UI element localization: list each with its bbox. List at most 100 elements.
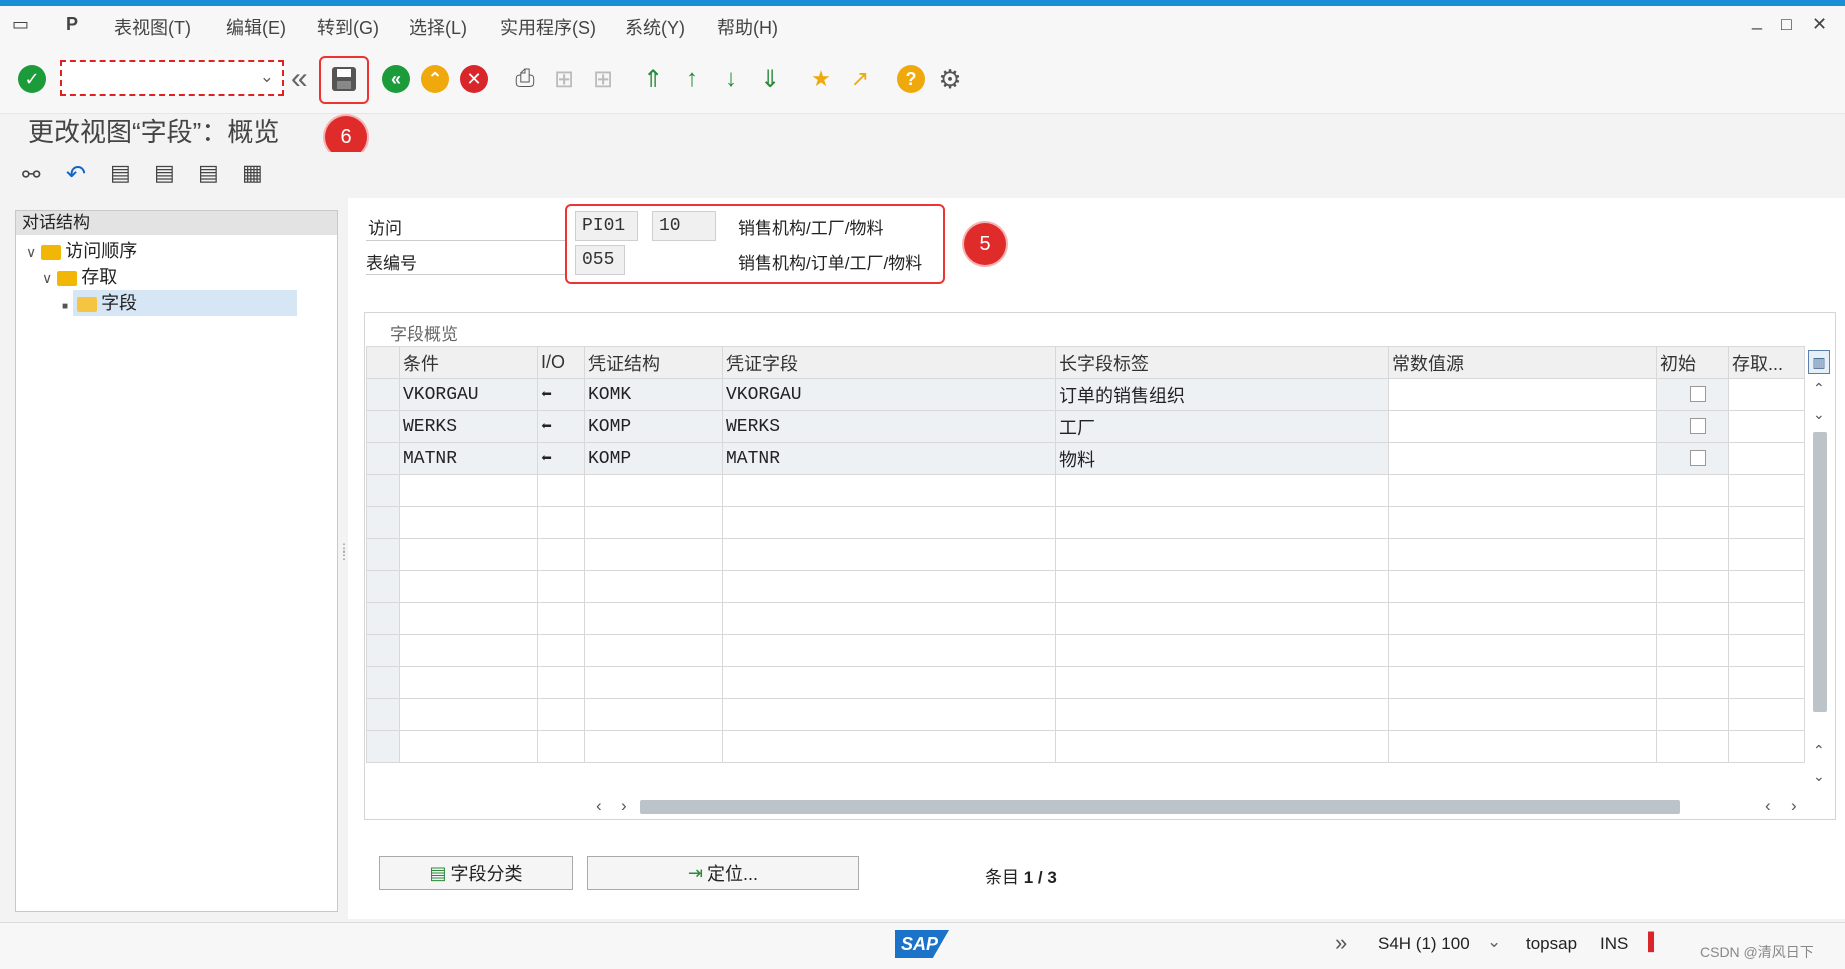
print-view-icon[interactable]: ▦ [242, 160, 263, 186]
display-change-icon[interactable]: ⚯ [22, 162, 40, 188]
vertical-scrollbar[interactable] [1813, 432, 1827, 712]
table-header-row: 条件 I/O 凭证结构 凭证字段 长字段标签 常数值源 初始 存取... [366, 346, 1805, 379]
tree-node-access[interactable]: ∨ 存取 [16, 264, 337, 290]
cell-struct: KOMP [584, 410, 723, 443]
chevron-down-icon[interactable]: ⌄ [260, 67, 274, 87]
cancel-icon[interactable]: ✕ [459, 64, 489, 94]
chevron-down-icon[interactable]: ⌄ [1487, 932, 1501, 952]
pin-icon[interactable]: P [66, 14, 78, 35]
maximize-icon[interactable]: □ [1781, 14, 1792, 35]
column-header[interactable]: 凭证字段 [722, 346, 1056, 379]
initial-checkbox[interactable] [1690, 385, 1706, 402]
cell-access[interactable] [1728, 442, 1805, 475]
menu-item-system[interactable]: 系统(Y) [625, 14, 685, 40]
tree-node-fields[interactable]: ■ 字段 [16, 290, 337, 316]
field-catalog-button[interactable]: ▤ 字段分类 [379, 856, 573, 890]
entry-counter: 条目 1 / 3 [985, 863, 1057, 888]
row-selector[interactable] [366, 378, 400, 411]
column-header[interactable]: I/O [537, 346, 585, 379]
close-window-icon[interactable]: ✕ [1812, 14, 1827, 35]
back-icon[interactable]: « [381, 64, 411, 94]
horizontal-scrollbar[interactable] [640, 800, 1680, 814]
menu-item-table-view[interactable]: 表视图(T) [114, 14, 191, 40]
initial-checkbox[interactable] [1690, 449, 1706, 466]
column-header[interactable]: 存取... [1728, 346, 1805, 379]
create-session-icon[interactable]: ★ [806, 64, 836, 94]
row-selector-header[interactable] [366, 346, 400, 379]
column-header[interactable]: 初始 [1656, 346, 1729, 379]
cell-constant-source[interactable] [1388, 410, 1657, 443]
system-menu-icon[interactable]: ▭ [12, 14, 29, 35]
io-arrow-icon: ⬅ [537, 378, 585, 411]
splitter-handle[interactable]: ⋮ ⋮ [338, 542, 350, 591]
cell-access[interactable] [1728, 378, 1805, 411]
scroll-up-icon[interactable]: ⌃ [1813, 380, 1825, 397]
menu-item-help[interactable]: 帮助(H) [717, 14, 778, 40]
row-selector[interactable] [366, 410, 400, 443]
first-page-icon[interactable]: ⇑ [638, 64, 668, 94]
collapse-command-icon[interactable]: « [291, 62, 308, 96]
chevron-down-icon[interactable]: ∨ [42, 270, 52, 286]
watermark-text: CSDN @清风日下 [1700, 944, 1814, 960]
table-settings-icon[interactable]: ▥ [1808, 350, 1830, 374]
scroll-right-icon[interactable]: › [621, 796, 627, 816]
cell-struct: KOMK [584, 378, 723, 411]
previous-page-icon[interactable]: ↑ [677, 64, 707, 94]
column-header[interactable]: 凭证结构 [584, 346, 723, 379]
last-page-icon[interactable]: ⇓ [755, 64, 785, 94]
cell-constant-source[interactable] [1388, 442, 1657, 475]
deselect-all-icon[interactable]: ▤ [198, 160, 219, 186]
row-selector[interactable] [366, 442, 400, 475]
menu-item-goto[interactable]: 转到(G) [317, 14, 379, 40]
tree-node-access-sequence[interactable]: ∨ 访问顺序 [16, 238, 337, 264]
cell-constant-source[interactable] [1388, 378, 1657, 411]
table-row[interactable]: MATNR ⬅ KOMP MATNR 物料 [366, 442, 1805, 475]
undo-icon[interactable]: ↶ [66, 160, 86, 189]
expand-status-icon[interactable]: » [1335, 930, 1347, 956]
initial-checkbox[interactable] [1690, 417, 1706, 434]
scroll-left-icon[interactable]: ‹ [596, 796, 602, 816]
select-block-icon[interactable]: ▤ [154, 160, 175, 186]
menu-item-select[interactable]: 选择(L) [409, 14, 467, 40]
table-row[interactable]: WERKS ⬅ KOMP WERKS 工厂 [366, 410, 1805, 443]
user-name: topsap [1526, 934, 1578, 953]
create-shortcut-icon[interactable]: ↗ [845, 64, 875, 94]
position-button[interactable]: ⇥ 定位... [587, 856, 859, 890]
next-page-icon[interactable]: ↓ [716, 64, 746, 94]
field-catalog-icon: ▤ [429, 862, 447, 883]
table-row[interactable]: VKORGAU ⬅ KOMK VKORGAU 订单的销售组织 [366, 378, 1805, 411]
empty-row [366, 474, 1805, 507]
open-folder-icon [77, 296, 98, 312]
exit-icon[interactable]: ⌃ [420, 64, 450, 94]
scroll-right-icon[interactable]: › [1791, 796, 1797, 816]
entry-value: 1 / 3 [1023, 868, 1057, 887]
save-icon[interactable] [329, 64, 359, 94]
column-header[interactable]: 常数值源 [1388, 346, 1657, 379]
menu-item-edit[interactable]: 编辑(E) [226, 14, 286, 40]
menu-item-utilities[interactable]: 实用程序(S) [500, 14, 596, 40]
command-field[interactable]: ⌄ [60, 60, 284, 96]
cell-condition: VKORGAU [399, 378, 538, 411]
folder-icon [41, 244, 62, 260]
access-label: 访问 [368, 219, 402, 238]
folder-icon [57, 270, 78, 286]
help-icon[interactable]: ? [896, 64, 926, 94]
step-badge-5: 5 [964, 223, 1006, 265]
table-number-label: 表编号 [366, 254, 417, 273]
settings-gear-icon[interactable]: ⚙ [935, 64, 965, 94]
minimize-icon[interactable]: _ [1752, 10, 1762, 31]
scroll-down-icon[interactable]: ⌄ [1813, 768, 1825, 785]
enter-icon[interactable]: ✓ [17, 64, 47, 94]
scroll-up-icon[interactable]: ⌃ [1813, 742, 1825, 759]
cell-access[interactable] [1728, 410, 1805, 443]
print-icon[interactable]: ⎙ [510, 64, 540, 94]
column-header[interactable]: 长字段标签 [1055, 346, 1389, 379]
header-highlight-frame [565, 204, 945, 284]
column-header[interactable]: 条件 [399, 346, 538, 379]
scroll-left-icon[interactable]: ‹ [1765, 796, 1771, 816]
system-info[interactable]: S4H (1) 100 [1378, 934, 1470, 954]
select-all-icon[interactable]: ▤ [110, 160, 131, 186]
chevron-down-icon[interactable]: ∨ [26, 244, 36, 260]
insert-mode[interactable]: INS [1600, 934, 1628, 954]
scroll-down-icon[interactable]: ⌄ [1813, 406, 1825, 423]
